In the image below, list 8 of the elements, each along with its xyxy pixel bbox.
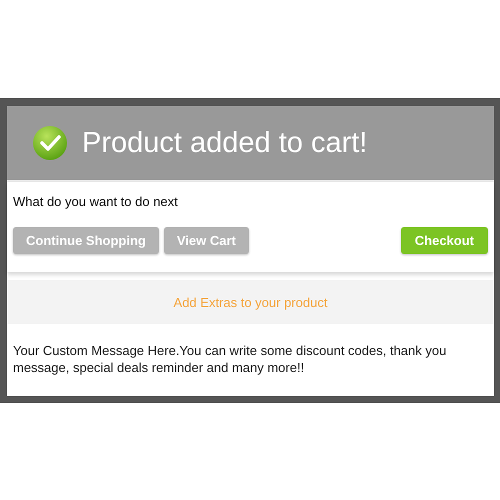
action-button[interactable]: View Cart <box>164 227 249 254</box>
dialog-title: Product added to cart! <box>82 126 368 160</box>
checkmark-icon <box>32 125 68 161</box>
custom-message: Your Custom Message Here.You can write some discount codes, thank you message, special deals reminder and many more!! <box>12 342 448 377</box>
prompt-text: What do you want to do next <box>13 194 179 209</box>
action-button[interactable]: Continue Shopping <box>13 227 159 254</box>
extras-link[interactable]: Add Extras to your product <box>174 294 328 310</box>
checkout-button[interactable]: Checkout <box>400 227 488 254</box>
